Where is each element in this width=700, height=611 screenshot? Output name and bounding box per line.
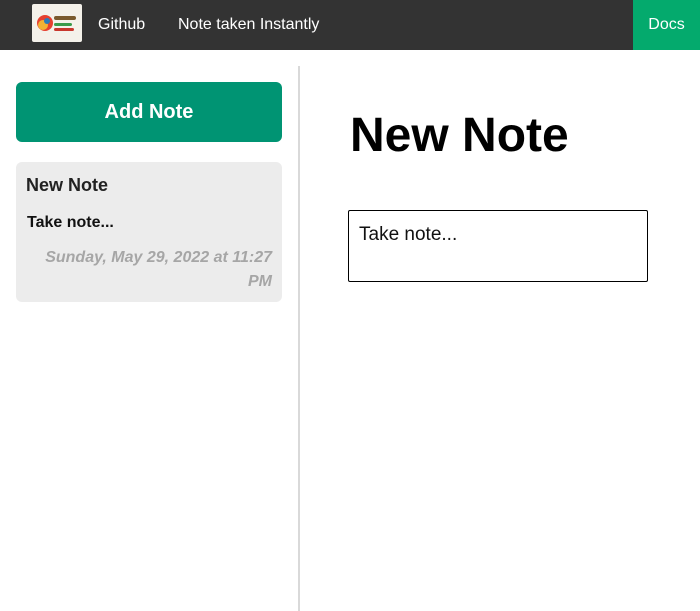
note-list-item[interactable]: New Note Take note... Sunday, May 29, 20… — [16, 162, 282, 302]
nav-link-github[interactable]: Github — [98, 0, 145, 50]
add-note-button[interactable]: Add Note — [16, 82, 282, 142]
nav-link-docs[interactable]: Docs — [633, 0, 700, 50]
note-item-date: Sunday, May 29, 2022 at 11:27 PM — [45, 249, 272, 290]
note-item-title: New Note — [26, 175, 109, 195]
nav-link-note-taken-instantly[interactable]: Note taken Instantly — [178, 0, 319, 50]
note-title-heading: New Note — [350, 109, 569, 162]
top-nav-bar: Github Note taken Instantly Docs — [0, 0, 700, 50]
logo-icon[interactable] — [32, 4, 82, 42]
note-item-preview: Take note... — [27, 214, 114, 231]
note-body-editor[interactable] — [348, 210, 648, 282]
sidebar-divider — [298, 66, 300, 611]
